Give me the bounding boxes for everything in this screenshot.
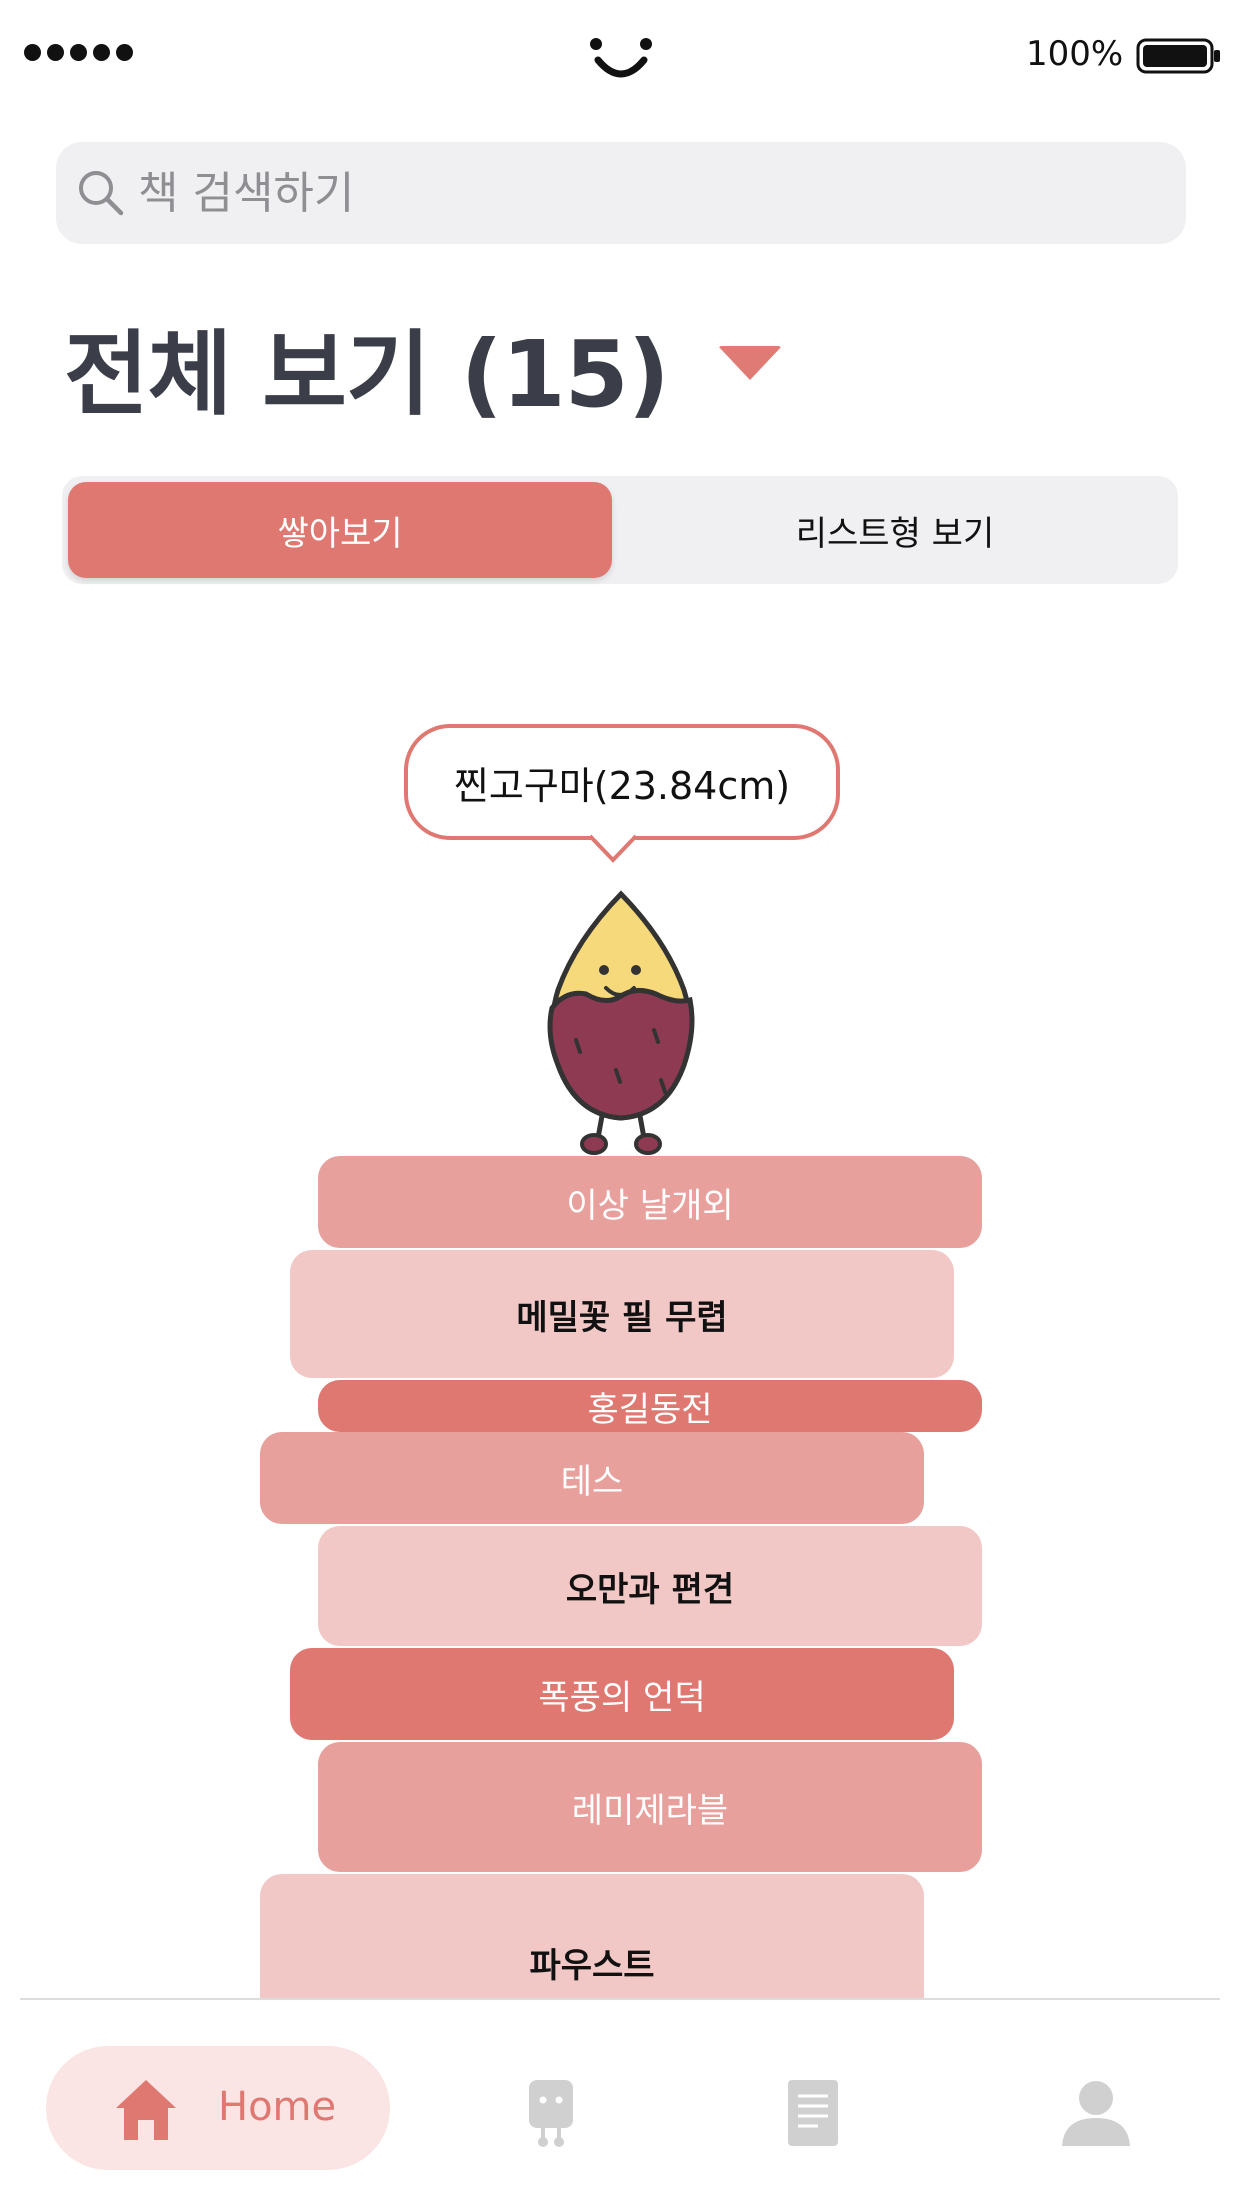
signal-dots-icon	[24, 44, 133, 61]
book-item[interactable]: 이상 날개외	[318, 1156, 982, 1248]
page-title: 전체 보기 (15)	[64, 321, 670, 428]
nav-home-label: Home	[218, 2084, 337, 2130]
search-bar[interactable]	[56, 142, 1186, 244]
height-bubble: 찐고구마(23.84cm)	[404, 724, 840, 840]
home-icon	[116, 2080, 176, 2140]
book-title: 파우스트	[529, 1946, 655, 1986]
profile-icon[interactable]	[1060, 2078, 1132, 2148]
status-bar: 100%	[0, 0, 1242, 110]
bubble-tail	[590, 834, 636, 863]
battery-icon	[1136, 38, 1220, 74]
book-item[interactable]: 테스	[260, 1432, 924, 1524]
robot-icon[interactable]	[526, 2078, 576, 2148]
book-item[interactable]: 오만과 편견	[318, 1526, 982, 1646]
book-item[interactable]: 레미제라블	[318, 1742, 982, 1872]
search-icon	[79, 171, 124, 216]
list-view-tab[interactable]: 리스트형 보기	[618, 482, 1172, 578]
bottom-nav: Home	[0, 2000, 1242, 2208]
book-title: 이상 날개외	[566, 1185, 734, 1226]
battery-percentage: 100%	[1026, 34, 1124, 74]
stack-view-tab[interactable]: 쌓아보기	[68, 482, 612, 578]
book-title: 테스	[560, 1461, 624, 1502]
book-title: 오만과 편견	[565, 1569, 735, 1610]
book-title: 메밀꽃 필 무렵	[516, 1297, 728, 1338]
book-title: 폭풍의 언덕	[538, 1677, 706, 1718]
view-toggle: 쌓아보기 리스트형 보기	[62, 476, 1178, 584]
height-bubble-text: 찐고구마(23.84cm)	[453, 763, 791, 808]
book-item[interactable]: 메밀꽃 필 무렵	[290, 1250, 954, 1378]
smile-logo-icon	[590, 38, 652, 78]
search-input[interactable]	[136, 162, 1140, 224]
book-item[interactable]: 폭풍의 언덕	[290, 1648, 954, 1740]
sweet-potato-mascot	[547, 890, 695, 1155]
book-title: 레미제라블	[571, 1790, 729, 1831]
book-title: 홍길동전	[587, 1389, 713, 1430]
filter-dropdown-icon[interactable]	[718, 346, 782, 380]
document-icon[interactable]	[786, 2078, 840, 2148]
book-item[interactable]: 홍길동전	[318, 1380, 982, 1432]
nav-home-button[interactable]: Home	[46, 2046, 390, 2170]
